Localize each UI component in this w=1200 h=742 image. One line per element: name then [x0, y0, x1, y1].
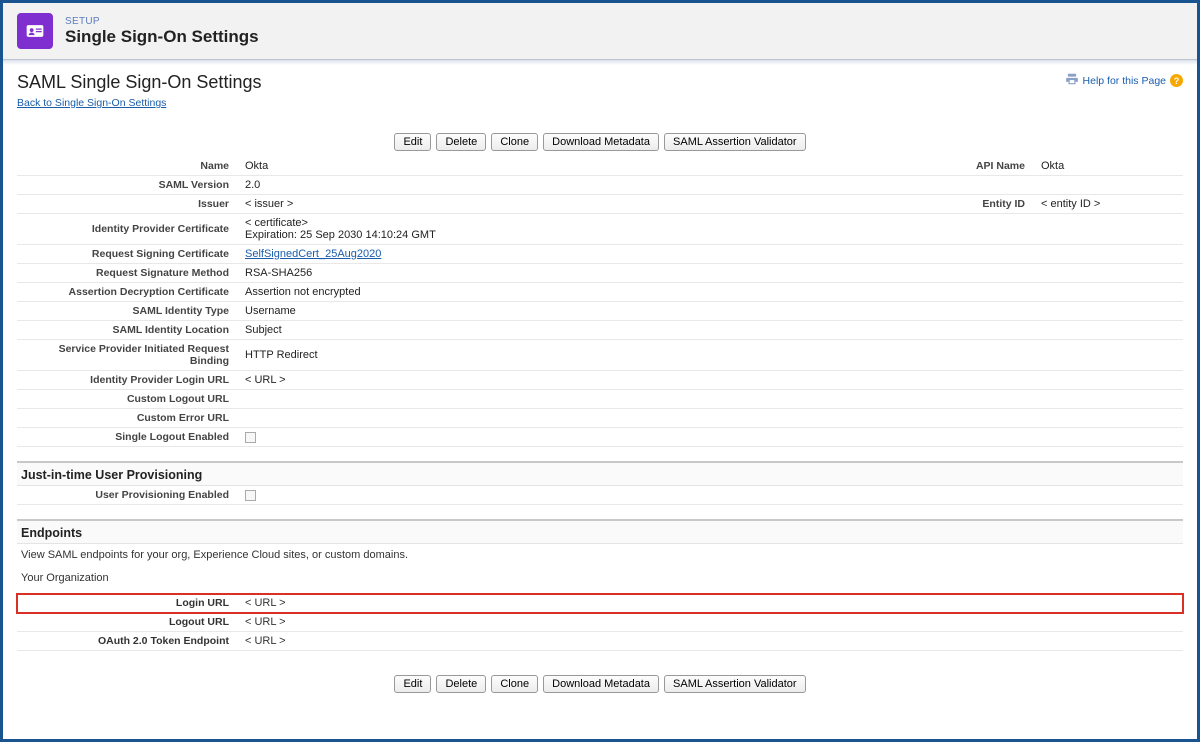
req-sign-cert-label: Request Signing Certificate [17, 245, 237, 264]
endpoints-description: View SAML endpoints for your org, Experi… [17, 544, 1183, 566]
assert-decrypt-value: Assertion not encrypted [237, 283, 933, 302]
saml-validator-button[interactable]: SAML Assertion Validator [664, 133, 806, 151]
detail-table: Name Okta API Name Okta SAML Version 2.0… [17, 157, 1183, 447]
help-icon: ? [1170, 74, 1183, 87]
custom-logout-label: Custom Logout URL [17, 390, 237, 409]
custom-error-value [237, 409, 933, 428]
edit-button-bottom[interactable]: Edit [394, 675, 431, 693]
top-button-row: Edit Delete Clone Download Metadata SAML… [17, 133, 1183, 151]
logout-url-label: Logout URL [17, 613, 237, 632]
delete-button-bottom[interactable]: Delete [436, 675, 486, 693]
sp-binding-label: Service Provider Initiated Request Bindi… [17, 340, 237, 371]
jit-section-header: Just-in-time User Provisioning [17, 461, 1183, 486]
header-title: Single Sign-On Settings [65, 27, 259, 47]
page-title: SAML Single Sign-On Settings [17, 72, 261, 93]
entity-id-label: Entity ID [933, 195, 1033, 214]
saml-validator-button-bottom[interactable]: SAML Assertion Validator [664, 675, 806, 693]
sp-binding-value: HTTP Redirect [237, 340, 933, 371]
jit-table: User Provisioning Enabled [17, 486, 1183, 505]
your-organization-label: Your Organization [17, 566, 1183, 594]
api-name-label: API Name [933, 157, 1033, 176]
saml-id-loc-value: Subject [237, 321, 933, 340]
saml-id-type-label: SAML Identity Type [17, 302, 237, 321]
saml-version-label: SAML Version [17, 176, 237, 195]
edit-button[interactable]: Edit [394, 133, 431, 151]
idp-cert-value: < certificate> Expiration: 25 Sep 2030 1… [237, 214, 933, 245]
name-value: Okta [237, 157, 933, 176]
login-url-label: Login URL [17, 594, 237, 613]
user-prov-checkbox [245, 490, 256, 501]
header-eyebrow: SETUP [65, 16, 259, 27]
help-label: Help for this Page [1083, 75, 1166, 87]
saml-version-value: 2.0 [237, 176, 933, 195]
setup-header: SETUP Single Sign-On Settings [3, 3, 1197, 60]
assert-decrypt-label: Assertion Decryption Certificate [17, 283, 237, 302]
clone-button-bottom[interactable]: Clone [491, 675, 538, 693]
req-sig-method-value: RSA-SHA256 [237, 264, 933, 283]
oauth-endpoint-label: OAuth 2.0 Token Endpoint [17, 632, 237, 651]
single-logout-checkbox [245, 432, 256, 443]
idp-login-url-label: Identity Provider Login URL [17, 371, 237, 390]
idp-login-url-value: < URL > [237, 371, 933, 390]
user-prov-label: User Provisioning Enabled [17, 486, 237, 505]
help-for-page[interactable]: Help for this Page ? [1065, 72, 1183, 89]
api-name-value: Okta [1033, 157, 1183, 176]
endpoint-table: Login URL < URL > Logout URL < URL > OAu… [17, 594, 1183, 651]
download-metadata-button[interactable]: Download Metadata [543, 133, 659, 151]
logout-url-value: < URL > [237, 613, 1183, 632]
idp-cert-label: Identity Provider Certificate [17, 214, 237, 245]
saml-id-loc-label: SAML Identity Location [17, 321, 237, 340]
back-link[interactable]: Back to Single Sign-On Settings [17, 97, 166, 109]
endpoints-section-header: Endpoints [17, 519, 1183, 544]
printer-icon [1065, 72, 1079, 89]
clone-button[interactable]: Clone [491, 133, 538, 151]
entity-id-value: < entity ID > [1033, 195, 1183, 214]
name-label: Name [17, 157, 237, 176]
login-url-value: < URL > [237, 594, 407, 613]
download-metadata-button-bottom[interactable]: Download Metadata [543, 675, 659, 693]
delete-button[interactable]: Delete [436, 133, 486, 151]
setup-icon [17, 13, 53, 49]
req-sign-cert-link[interactable]: SelfSignedCert_25Aug2020 [245, 248, 381, 260]
issuer-value: < issuer > [237, 195, 933, 214]
bottom-button-row: Edit Delete Clone Download Metadata SAML… [17, 675, 1183, 693]
req-sig-method-label: Request Signature Method [17, 264, 237, 283]
oauth-endpoint-value: < URL > [237, 632, 1183, 651]
custom-error-label: Custom Error URL [17, 409, 237, 428]
issuer-label: Issuer [17, 195, 237, 214]
custom-logout-value [237, 390, 933, 409]
saml-id-type-value: Username [237, 302, 933, 321]
single-logout-label: Single Logout Enabled [17, 428, 237, 447]
id-card-icon [25, 21, 45, 41]
